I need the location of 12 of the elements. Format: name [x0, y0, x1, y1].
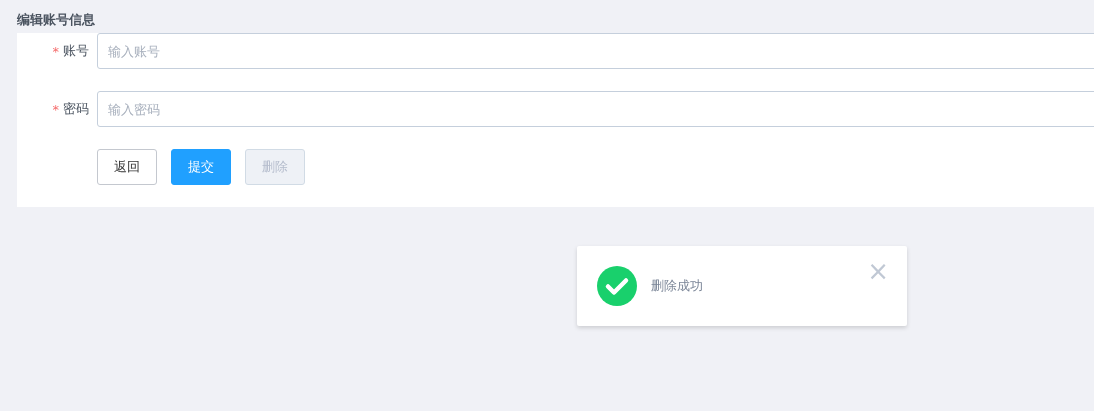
field-label: 密码 [63, 100, 89, 118]
field-label: 账号 [63, 42, 89, 60]
form-button[interactable]: 提交 [171, 149, 231, 185]
required-mark: * [52, 101, 59, 117]
required-mark: * [52, 43, 59, 59]
toast-message: 删除成功 [651, 277, 703, 295]
form-button[interactable]: 返回 [97, 149, 157, 185]
success-icon [597, 266, 637, 306]
input-field[interactable]: 输入账号 [97, 33, 1094, 69]
close-button[interactable]: × [867, 258, 889, 284]
input-field[interactable]: 输入密码 [97, 91, 1094, 127]
page-title: 编辑账号信息 [17, 11, 96, 29]
